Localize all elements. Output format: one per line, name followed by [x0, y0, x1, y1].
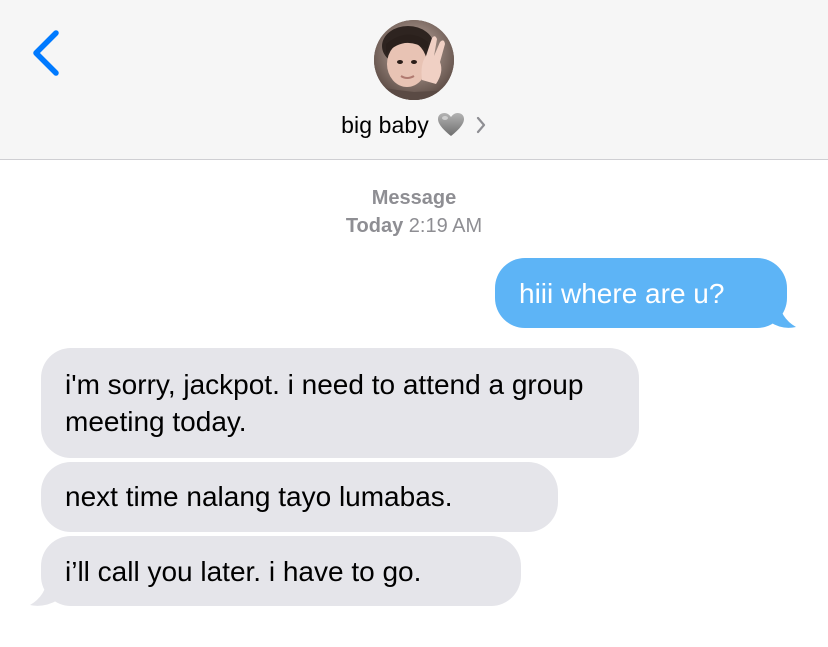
messages-screen: big baby Message Today 2:19 AM hiii wher… [0, 0, 828, 647]
received-message-bubble[interactable]: next time nalang tayo lumabas. [41, 462, 558, 532]
avatar-photo [374, 20, 454, 100]
timestamp-line: Today 2:19 AM [0, 212, 828, 240]
received-message-bubble[interactable]: i'm sorry, jackpot. i need to attend a g… [41, 348, 639, 458]
conversation-header: big baby [0, 0, 828, 160]
contact-avatar[interactable] [374, 20, 454, 100]
contact-name: big baby [341, 111, 429, 138]
conversation-timestamp: Message Today 2:19 AM [0, 184, 828, 240]
back-button[interactable] [22, 26, 74, 80]
timestamp-time: 2:19 AM [408, 215, 483, 237]
chevron-right-icon [475, 115, 487, 135]
grey-heart-icon [437, 112, 465, 138]
received-message-bubble[interactable]: i’ll call you later. i have to go. [41, 536, 521, 606]
chevron-left-icon [33, 30, 59, 76]
contact-info-button[interactable]: big baby [0, 108, 828, 142]
sent-message-bubble[interactable]: hiii where are u? [495, 258, 787, 328]
service-label: Message [371, 187, 457, 209]
received-bubble-tail [30, 576, 58, 606]
timestamp-day: Today [345, 215, 404, 237]
sent-bubble-tail [770, 298, 796, 328]
